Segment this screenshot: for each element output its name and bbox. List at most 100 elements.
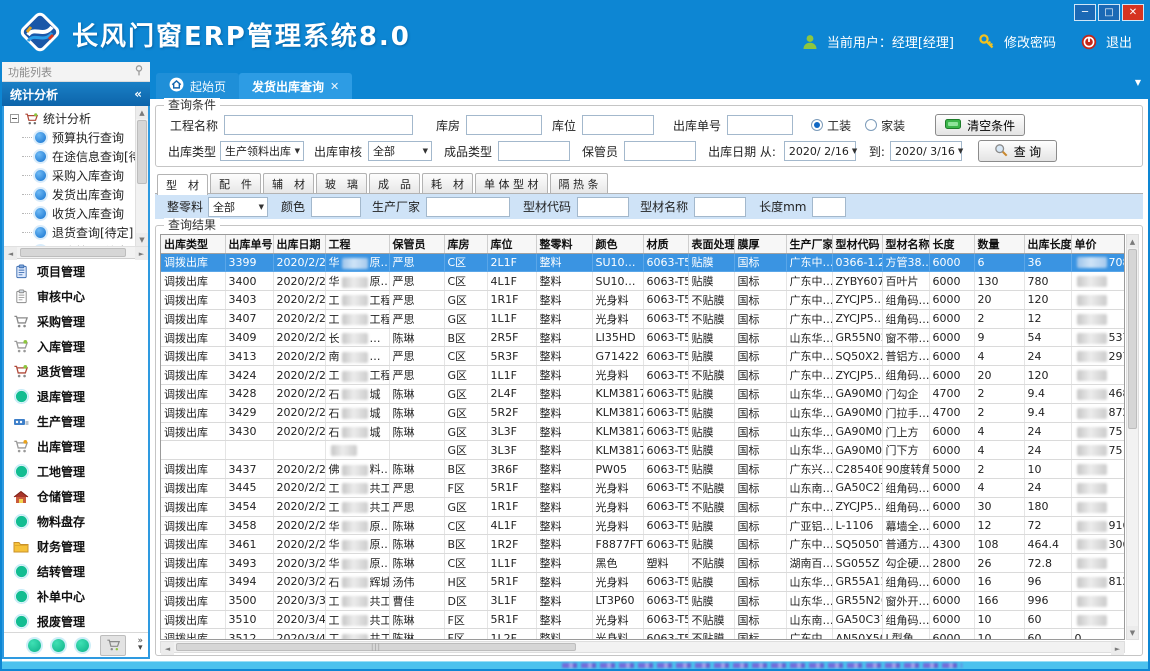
column-header[interactable]: 单价 [1071, 235, 1125, 253]
overflow-chevron-icon[interactable]: »▾ [137, 638, 143, 652]
tree-item[interactable]: 预算执行查询 [8, 128, 148, 147]
column-header[interactable]: 长度 [929, 235, 974, 253]
profile-name-input[interactable] [694, 197, 746, 217]
column-header[interactable]: 出库日期 [273, 235, 325, 253]
tree-item[interactable]: 采购入库查询 [8, 166, 148, 185]
column-header[interactable]: 库房 [444, 235, 487, 253]
sidebar-menu-item[interactable]: 入库管理 [4, 334, 148, 359]
grid-vscroll-thumb[interactable] [1128, 249, 1137, 429]
table-row[interactable]: 调拨出库34072020/2/25工工程严思G区1L1F整料光身料6063-T5… [161, 309, 1125, 328]
search-button[interactable]: 查 询 [978, 140, 1057, 162]
tree-vertical-scrollbar[interactable]: ▲ ▼ [135, 106, 148, 246]
column-header[interactable]: 膜厚 [734, 235, 786, 253]
column-header[interactable]: 出库长度 [1024, 235, 1071, 253]
tab-close-icon[interactable]: ✕ [330, 80, 339, 93]
column-header[interactable]: 保管员 [389, 235, 444, 253]
grid-vertical-scrollbar[interactable]: ▲ ▼ [1126, 234, 1139, 640]
scroll-left-icon[interactable]: ◄ [4, 247, 17, 260]
color-input[interactable] [311, 197, 361, 217]
column-header[interactable]: 数量 [974, 235, 1024, 253]
sidebar-menu-item[interactable]: 出库管理 [4, 434, 148, 459]
table-row[interactable]: G区3L3F整料KLM38176063-T5贴膜国标山东华…GA90M09…门下… [161, 441, 1125, 460]
scroll-down-icon[interactable]: ▼ [1127, 626, 1138, 639]
sidebar-menu-item[interactable]: 工地管理 [4, 459, 148, 484]
column-header[interactable]: 出库类型 [161, 235, 225, 253]
tree-root-statistics[interactable]: 统计分析 [8, 109, 148, 128]
dot-icon[interactable] [52, 639, 65, 652]
table-row[interactable]: 调拨出库35122020/3/4工共工程陈琳F区1L2F整料光身料6063-T5… [161, 629, 1125, 640]
tree-item[interactable]: 收货入库查询 [8, 204, 148, 223]
scroll-right-icon[interactable]: ► [1111, 642, 1124, 655]
tree-vscroll-thumb[interactable] [137, 120, 147, 184]
sidebar-menu-item[interactable]: 结转管理 [4, 559, 148, 584]
scroll-left-icon[interactable]: ◄ [161, 642, 174, 655]
table-row[interactable]: 调拨出库34612020/2/28华原…陈琳B区1R2F整料F8877FT606… [161, 535, 1125, 554]
column-header[interactable]: 材质 [643, 235, 688, 253]
material-tab[interactable]: 型 材 [157, 174, 208, 195]
tree-collapse-icon[interactable] [10, 114, 19, 123]
table-row[interactable]: 调拨出库34092020/2/25长…陈琳B区2R5F整料LI35HD6063-… [161, 328, 1125, 347]
radio-option[interactable]: 工装 [811, 117, 851, 134]
table-row[interactable]: 调拨出库34242020/2/26工工程严思G区1L1F整料光身料6063-T5… [161, 366, 1125, 385]
manufacturer-input[interactable] [426, 197, 510, 217]
date-to-select[interactable]: 2020/ 3/16▼ [890, 141, 962, 161]
length-input[interactable] [812, 197, 846, 217]
column-header[interactable]: 型材名称 [882, 235, 929, 253]
table-row[interactable]: 调拨出库34292020/2/26石城陈琳G区5R2F整料KLM38176063… [161, 403, 1125, 422]
collapse-panel-icon[interactable]: « [134, 87, 142, 101]
sidebar-group-header[interactable]: 统计分析 « [2, 82, 150, 106]
sidebar-menu-item[interactable]: 物料盘存 [4, 509, 148, 534]
grid-hscroll-thumb[interactable]: ||| [176, 643, 576, 651]
order-no-input[interactable] [727, 115, 793, 135]
radio-option[interactable]: 家装 [865, 117, 905, 134]
column-header[interactable]: 生产厂家 [786, 235, 832, 253]
column-header[interactable]: 表面处理 [688, 235, 734, 253]
scroll-up-icon[interactable]: ▲ [136, 106, 148, 119]
sidebar-menu-item[interactable]: 生产管理 [4, 409, 148, 434]
change-password-link[interactable]: 修改密码 [1004, 32, 1056, 51]
clear-conditions-button[interactable]: 清空条件 [935, 114, 1025, 136]
material-tab[interactable]: 耗 材 [422, 173, 473, 193]
radio-icon[interactable] [811, 119, 823, 131]
location-input[interactable] [582, 115, 654, 135]
keeper-input[interactable] [624, 141, 696, 161]
sidebar-menu-item[interactable]: 项目管理 [4, 259, 148, 284]
profile-code-input[interactable] [577, 197, 629, 217]
table-row[interactable]: 调拨出库34002020/2/25华原…严思C区4L1F整料SU10…6063-… [161, 272, 1125, 291]
date-from-select[interactable]: 2020/ 2/16▼ [784, 141, 856, 161]
table-row[interactable]: 调拨出库34582020/2/28华原…陈琳C区4L1F整料光身料6063-T5… [161, 516, 1125, 535]
radio-icon[interactable] [865, 119, 877, 131]
warehouse-input[interactable] [466, 115, 542, 135]
column-header[interactable]: 整零料 [536, 235, 592, 253]
table-row[interactable]: 调拨出库34932020/3/2华原…陈琳C区1L1F整料黑色塑料不贴膜国标湖南… [161, 554, 1125, 573]
project-name-input[interactable] [224, 115, 413, 135]
dot-icon[interactable] [76, 639, 89, 652]
tree-hscroll-thumb[interactable] [20, 248, 126, 257]
sidebar-menu-item[interactable]: 审核中心 [4, 284, 148, 309]
sidebar-menu-item[interactable]: 财务管理 [4, 534, 148, 559]
column-header[interactable]: 工程 [325, 235, 389, 253]
sidebar-menu-item[interactable]: 退货管理 [4, 359, 148, 384]
material-tab[interactable]: 玻 璃 [316, 173, 367, 193]
pin-icon[interactable] [134, 65, 144, 79]
minimize-button[interactable]: ─ [1074, 4, 1096, 21]
maximize-button[interactable]: □ [1098, 4, 1120, 21]
table-row[interactable]: 调拨出库34372020/2/27佛料…陈琳B区3R6F整料PW056063-T… [161, 460, 1125, 479]
table-row[interactable]: 调拨出库34452020/2/27工共工程严思F区5R1F整料光身料6063-T… [161, 479, 1125, 498]
scroll-right-icon[interactable]: ► [135, 247, 148, 260]
sidebar-menu-item[interactable]: 补单中心 [4, 584, 148, 609]
grid-horizontal-scrollbar[interactable]: ◄ ||| ► [160, 641, 1125, 653]
tab-home[interactable]: 起始页 [156, 73, 239, 99]
material-tab[interactable]: 成 品 [369, 173, 420, 193]
table-row[interactable]: 调拨出库34542020/2/28工共工程严思G区1R1F整料光身料6063-T… [161, 497, 1125, 516]
table-row[interactable]: 调拨出库35102020/3/4工共工程陈琳F区5R1F整料光身料6063-T5… [161, 610, 1125, 629]
scroll-up-icon[interactable]: ▲ [1127, 235, 1138, 248]
scroll-down-icon[interactable]: ▼ [136, 233, 148, 246]
table-row[interactable]: 调拨出库34282020/2/26石城陈琳G区2L4F整料KLM38176063… [161, 385, 1125, 404]
column-header[interactable]: 型材代码 [832, 235, 882, 253]
logout-link[interactable]: 退出 [1106, 32, 1132, 51]
whole-piece-select[interactable]: 全部▼ [208, 197, 268, 217]
material-tab[interactable]: 隔 热 条 [550, 173, 608, 193]
table-row[interactable]: 调拨出库35002020/3/3工共工程曹佳D区3L1F整料LT3P606063… [161, 591, 1125, 610]
table-row[interactable]: 调拨出库33992020/2/25华原…严思C区2L1F整料SU10…6063-… [161, 253, 1125, 272]
